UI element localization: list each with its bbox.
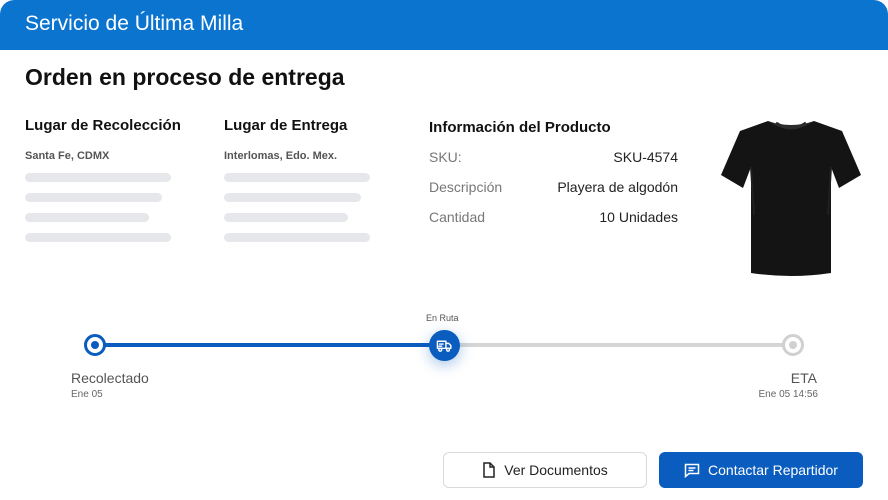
- delivery-address: Interlomas, Edo. Mex.: [224, 150, 338, 162]
- progress-track-pending: [444, 343, 793, 347]
- delivery-skeleton-line: [224, 233, 370, 242]
- step-eta-dot: [789, 341, 797, 349]
- app-title: Servicio de Última Milla: [25, 12, 244, 35]
- truck-icon: [436, 340, 452, 352]
- step-collected-label: Recolectado: [71, 370, 149, 386]
- app-header: Servicio de Última Milla: [0, 0, 888, 50]
- step-eta-date: Ene 05 14:56: [758, 389, 819, 400]
- step-collected-date: Ene 05: [71, 389, 103, 400]
- message-icon: [684, 463, 700, 478]
- product-tshirt-image: [718, 115, 864, 277]
- view-documents-label: Ver Documentos: [504, 462, 608, 478]
- pickup-address: Santa Fe, CDMX: [25, 150, 110, 162]
- contact-driver-button[interactable]: Contactar Repartidor: [659, 452, 863, 488]
- contact-driver-label: Contactar Repartidor: [708, 462, 838, 478]
- pickup-skeleton-line: [25, 193, 162, 202]
- pickup-title: Lugar de Recolección: [25, 117, 181, 134]
- page-title: Orden en proceso de entrega: [25, 64, 345, 90]
- document-icon: [482, 462, 496, 478]
- description-value: Playera de algodón: [557, 179, 678, 195]
- view-documents-button[interactable]: Ver Documentos: [443, 452, 647, 488]
- quantity-value: 10 Unidades: [599, 209, 678, 225]
- pickup-skeleton-line: [25, 173, 171, 182]
- delivery-skeleton-line: [224, 213, 348, 222]
- step-eta-node: [782, 334, 804, 356]
- pickup-skeleton-line: [25, 213, 149, 222]
- delivery-title: Lugar de Entrega: [224, 117, 348, 134]
- pickup-skeleton-line: [25, 233, 171, 242]
- order-card: Servicio de Última Milla Orden en proces…: [0, 0, 888, 500]
- sku-label: SKU:: [429, 149, 462, 165]
- step-collected-dot: [91, 341, 99, 349]
- step-eta-label: ETA: [790, 370, 817, 386]
- product-title: Información del Producto: [429, 119, 611, 136]
- delivery-skeleton-line: [224, 193, 361, 202]
- quantity-label: Cantidad: [429, 209, 486, 225]
- description-label: Descripción: [429, 179, 503, 195]
- sku-value: SKU-4574: [613, 149, 678, 165]
- step-en-ruta-node: [429, 330, 460, 361]
- step-collected-node: [84, 334, 106, 356]
- step-current-label: En Ruta: [426, 313, 459, 323]
- progress-track-complete: [95, 343, 444, 347]
- delivery-skeleton-line: [224, 173, 370, 182]
